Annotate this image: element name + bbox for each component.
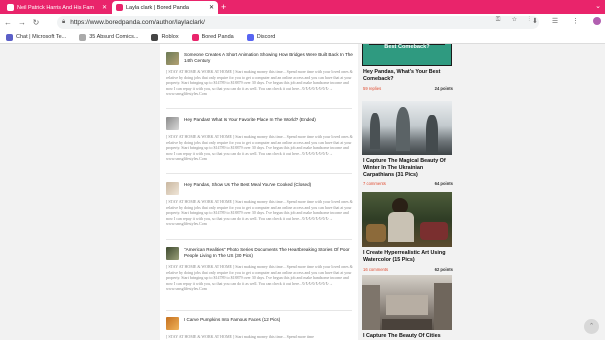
comment-count[interactable]: 16 comments [363, 267, 388, 272]
list-item: Hey Pandas! What Is Your Favorite Place … [166, 117, 356, 162]
card-title[interactable]: Hey Pandas, What's Your Best Comeback? [362, 69, 454, 83]
author-post-feed: Someone Creates A Short Animation Showin… [160, 44, 358, 340]
page-icon [79, 33, 87, 41]
post-comment-text: [ STAY AT HOME & WORK AT HOME ] Start ma… [166, 134, 353, 162]
post-title[interactable]: Hey Pandas, Show Us The Best Meal You've… [184, 182, 311, 188]
tab-strip: Neil Patrick Harris And His Fam ✕ Layla … [0, 0, 605, 14]
bookmark-label: Bored Panda [201, 34, 234, 40]
list-item: Someone Creates A Short Animation Showin… [166, 52, 356, 97]
tab-layla-clark[interactable]: Layla clark | Bored Panda ✕ [112, 1, 218, 14]
post-title[interactable]: Hey Pandas! What Is Your Favorite Place … [184, 117, 316, 123]
toolbar-right: ⬇ ☰ ⋮ [532, 17, 601, 26]
page-content: Someone Creates A Short Animation Showin… [0, 44, 605, 340]
list-item: Hey Pandas, Show Us The Best Meal You've… [166, 182, 356, 227]
bookmark-discord[interactable]: Discord [246, 33, 276, 41]
tab-label: Layla clark | Bored Panda [126, 4, 189, 11]
bookmark-bored-panda[interactable]: Bored Panda [191, 33, 234, 41]
bookmark-label: Chat | Microsoft Te... [16, 34, 67, 40]
tab-search-icon[interactable]: ⌄ [595, 2, 601, 10]
discord-icon [246, 33, 254, 41]
tab-close-icon[interactable]: ✕ [209, 4, 214, 11]
sidebar-recommended: Best Comeback? Hey Pandas, What's Your B… [362, 44, 454, 340]
card-title[interactable]: I Capture The Magical Beauty Of Winter I… [362, 158, 454, 178]
tab-favicon-icon [7, 4, 14, 11]
points-count: 24 points [434, 85, 453, 91]
bored-panda-icon [191, 33, 199, 41]
post-thumbnail[interactable] [166, 52, 179, 65]
divider [166, 173, 352, 174]
tab-neil-patrick-harris[interactable]: Neil Patrick Harris And His Fam ✕ [3, 1, 111, 14]
teams-icon [6, 33, 13, 41]
post-thumbnail[interactable] [166, 247, 179, 260]
card-image[interactable] [362, 275, 452, 330]
address-bar[interactable]: 🔒︎ https://www.boredpanda.com/author/lay… [57, 16, 539, 29]
forward-icon[interactable]: → [16, 18, 28, 27]
bookmark-label: Roblox [161, 34, 179, 40]
post-comment-text: [ STAY AT HOME & WORK AT HOME ] Start ma… [166, 69, 353, 97]
post-comment-text: [ STAY AT HOME & WORK AT HOME ] Start ma… [166, 264, 353, 292]
card-image[interactable] [362, 101, 452, 155]
bookmark-label: Discord [256, 34, 276, 40]
new-tab-button[interactable]: + [221, 1, 226, 13]
points-count: 64 points [434, 181, 453, 187]
list-item: I Carve Pumpkins Into Famous Faces (12 P… [166, 317, 356, 340]
comment-count[interactable]: 59 replies [363, 86, 381, 91]
card-title[interactable]: I Capture The Beauty Of Cities [362, 333, 454, 340]
bookmark-absurd-comics[interactable]: 35 Absurd Comics... [79, 33, 139, 41]
extension-icons[interactable]: ⬇ ☰ ⋮ [532, 18, 585, 25]
browser-toolbar: ← → ↻ 🔒︎ https://www.boredpanda.com/auth… [0, 14, 605, 31]
sidebar-card[interactable]: I Capture The Beauty Of Cities [362, 275, 454, 340]
tab-close-icon[interactable]: ✕ [102, 4, 107, 11]
omnibox-action-icons[interactable]: ⚿ ☆ ⋮ [496, 17, 535, 24]
bookmark-label: 35 Absurd Comics... [89, 34, 139, 40]
post-comment-text: [ STAY AT HOME & WORK AT HOME ] Start ma… [166, 334, 314, 339]
post-title[interactable]: Someone Creates A Short Animation Showin… [184, 52, 356, 64]
back-icon[interactable]: ← [2, 18, 14, 27]
chevron-up-icon: ⌃ [588, 323, 595, 330]
divider [166, 310, 352, 311]
banner-text: Best Comeback? [384, 44, 430, 50]
sidebar-card[interactable]: I Create Hyperrealistic Art Using Waterc… [362, 192, 454, 272]
comment-count[interactable]: 7 comments [363, 181, 386, 186]
divider [166, 108, 352, 109]
post-thumbnail[interactable] [166, 117, 179, 130]
list-item: "American Realities" Photo Series Docume… [166, 247, 356, 292]
bookmark-chat-teams[interactable]: Chat | Microsoft Te... [6, 33, 67, 41]
url-text: https://www.boredpanda.com/author/laylac… [70, 19, 205, 26]
post-thumbnail[interactable] [166, 182, 179, 195]
card-image[interactable] [362, 192, 452, 247]
card-title[interactable]: I Create Hyperrealistic Art Using Waterc… [362, 250, 454, 264]
profile-avatar-icon[interactable] [593, 17, 601, 26]
lock-icon[interactable]: 🔒︎ [62, 19, 65, 26]
divider [166, 239, 352, 240]
post-thumbnail[interactable] [166, 317, 179, 330]
card-image[interactable]: Best Comeback? [362, 44, 452, 66]
roblox-icon [151, 33, 159, 41]
post-title[interactable]: I Carve Pumpkins Into Famous Faces (12 P… [184, 317, 280, 323]
post-title[interactable]: "American Realities" Photo Series Docume… [184, 247, 356, 259]
bookmark-roblox[interactable]: Roblox [151, 33, 179, 41]
sidebar-card[interactable]: I Capture The Magical Beauty Of Winter I… [362, 101, 454, 186]
scroll-to-top-button[interactable]: ⌃ [584, 319, 599, 334]
tab-favicon-icon [116, 4, 123, 11]
bookmarks-bar: Chat | Microsoft Te... 35 Absurd Comics.… [0, 31, 605, 44]
points-count: 62 points [434, 266, 453, 272]
reload-icon[interactable]: ↻ [30, 18, 42, 27]
post-comment-text: [ STAY AT HOME & WORK AT HOME ] Start ma… [166, 199, 353, 227]
sidebar-card[interactable]: Best Comeback? Hey Pandas, What's Your B… [362, 44, 454, 91]
tab-label: Neil Patrick Harris And His Fam [17, 4, 95, 11]
